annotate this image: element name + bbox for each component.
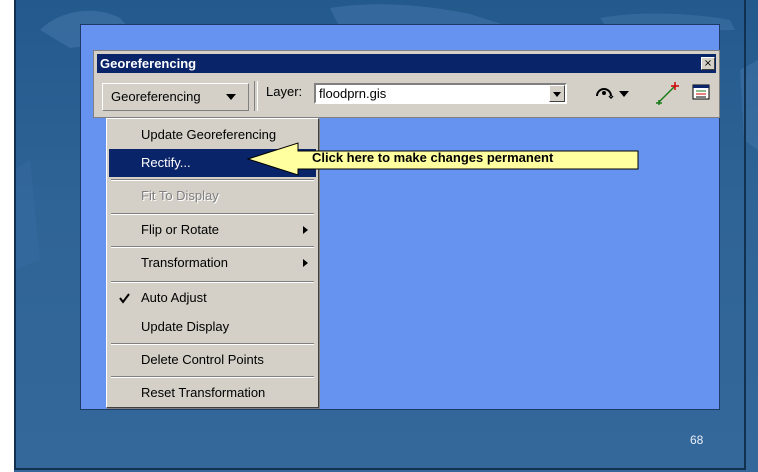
- chevron-down-icon: [226, 94, 236, 100]
- menu-item-label: Update Display: [141, 319, 230, 334]
- georeferencing-menu-button[interactable]: Georeferencing: [102, 83, 249, 111]
- layer-label: Layer:: [266, 84, 303, 99]
- menu-separator: [111, 213, 314, 215]
- menu-item-update-display[interactable]: Update Display: [109, 313, 316, 341]
- menu-separator: [111, 281, 314, 283]
- menu-item-label: Fit To Display: [141, 188, 219, 203]
- link-table-icon[interactable]: [690, 81, 712, 105]
- layer-select-value: floodprn.gis: [319, 86, 387, 101]
- menu-separator: [111, 246, 314, 248]
- dropdown-arrow-icon[interactable]: [549, 85, 565, 102]
- menu-item-label: Auto Adjust: [141, 290, 207, 305]
- georeferencing-menu-label: Georeferencing: [111, 89, 201, 104]
- menu-separator: [111, 179, 314, 181]
- annotation-callout: Click here to make changes permanent: [246, 141, 641, 177]
- menu-item-label: Transformation: [141, 255, 228, 270]
- checkmark-icon: [119, 293, 130, 304]
- callout-text: Click here to make changes permanent: [312, 150, 554, 165]
- menu-item-flip-or-rotate[interactable]: Flip or Rotate: [109, 216, 316, 244]
- close-icon[interactable]: ×: [701, 57, 715, 70]
- chevron-down-icon[interactable]: [618, 81, 630, 105]
- menu-item-reset-transformation[interactable]: Reset Transformation: [109, 379, 316, 407]
- menu-item-label: Flip or Rotate: [141, 222, 220, 237]
- menu-item-label: Reset Transformation: [141, 385, 266, 400]
- menu-separator: [111, 376, 314, 378]
- menu-item-label: Rectify...: [141, 155, 191, 170]
- menu-item-transformation[interactable]: Transformation: [109, 249, 316, 277]
- georeferencing-toolbar: Georeferencing × Georeferencing Layer: f…: [93, 50, 720, 118]
- menu-item-fit-to-display: Fit To Display: [109, 182, 316, 210]
- toolbar-title: Georeferencing: [97, 54, 716, 73]
- menu-item-label: Update Georeferencing: [141, 127, 277, 142]
- menu-item-label: Delete Control Points: [141, 352, 264, 367]
- toolbar-separator: [254, 81, 258, 111]
- menu-separator: [111, 343, 314, 345]
- toolbar-row: Georeferencing Layer: floodprn.gis: [94, 75, 719, 115]
- menu-item-auto-adjust[interactable]: Auto Adjust: [109, 284, 316, 312]
- menu-item-delete-control-points[interactable]: Delete Control Points: [109, 346, 316, 374]
- rotate-icon[interactable]: [592, 81, 616, 105]
- submenu-arrow-icon: [303, 226, 308, 234]
- page-number: 68: [690, 433, 704, 447]
- submenu-arrow-icon: [303, 259, 308, 267]
- layer-select[interactable]: floodprn.gis: [314, 83, 567, 104]
- add-control-points-icon[interactable]: [654, 81, 680, 105]
